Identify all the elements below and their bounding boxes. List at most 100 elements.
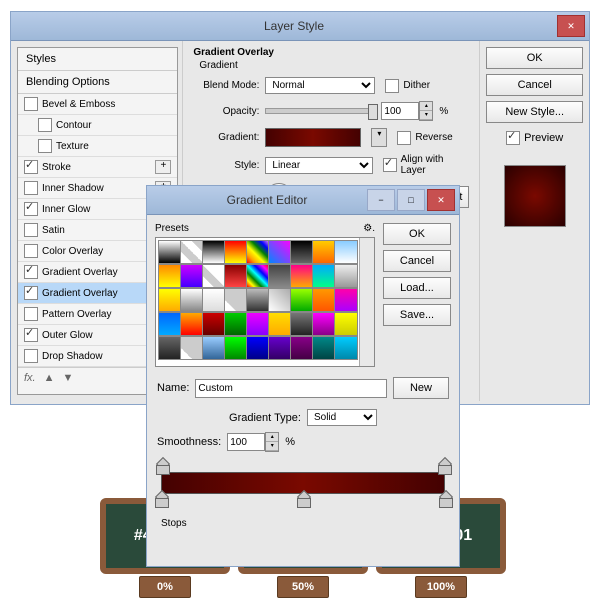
preset-swatch[interactable]	[268, 312, 292, 336]
color-stop-50[interactable]	[297, 492, 309, 506]
preview-checkbox[interactable]: Preview	[486, 131, 583, 145]
preset-swatch[interactable]	[290, 264, 314, 288]
effect-checkbox[interactable]	[24, 349, 38, 363]
effect-row[interactable]: Stroke+	[18, 157, 177, 178]
preset-swatch[interactable]	[290, 312, 314, 336]
preset-swatch[interactable]	[290, 288, 314, 312]
preset-swatch[interactable]	[246, 264, 270, 288]
align-checkbox[interactable]: Align with Layer	[383, 154, 469, 176]
preset-swatch[interactable]	[202, 312, 226, 336]
preset-swatch[interactable]	[312, 240, 336, 264]
ge-cancel-button[interactable]: Cancel	[383, 250, 451, 272]
opacity-slider[interactable]	[265, 108, 375, 114]
blending-options[interactable]: Blending Options	[18, 71, 177, 94]
opacity-stop-left[interactable]	[156, 459, 168, 473]
up-icon[interactable]: ▲	[44, 372, 55, 385]
ge-maximize-button[interactable]: □	[397, 189, 425, 211]
preset-swatch[interactable]	[180, 288, 204, 312]
effect-checkbox[interactable]	[24, 223, 38, 237]
close-button[interactable]: ✕	[557, 15, 585, 37]
gear-icon[interactable]: ⚙.	[363, 223, 375, 234]
gradient-type-select[interactable]: Solid	[307, 409, 377, 426]
add-icon[interactable]: +	[155, 160, 171, 174]
preset-swatch[interactable]	[202, 288, 226, 312]
effect-checkbox[interactable]	[38, 139, 52, 153]
preset-swatch[interactable]	[334, 264, 358, 288]
preset-swatch[interactable]	[290, 240, 314, 264]
preset-swatch[interactable]	[268, 288, 292, 312]
preset-swatch[interactable]	[158, 240, 182, 264]
effect-checkbox[interactable]	[24, 328, 38, 342]
effect-checkbox[interactable]	[24, 244, 38, 258]
preset-swatch[interactable]	[224, 288, 248, 312]
fx-icon[interactable]: fx.	[24, 372, 36, 385]
preset-swatch[interactable]	[312, 264, 336, 288]
presets-scrollbar[interactable]	[359, 238, 374, 366]
presets-grid[interactable]	[155, 237, 375, 367]
preset-swatch[interactable]	[246, 288, 270, 312]
effect-checkbox[interactable]	[24, 181, 38, 195]
effect-checkbox[interactable]	[24, 307, 38, 321]
effect-row[interactable]: Texture	[18, 136, 177, 157]
preset-swatch[interactable]	[158, 264, 182, 288]
gradient-dropdown[interactable]: ▾	[371, 128, 387, 147]
preset-swatch[interactable]	[224, 264, 248, 288]
dither-checkbox[interactable]: Dither	[385, 79, 430, 93]
preset-swatch[interactable]	[246, 312, 270, 336]
name-input[interactable]	[195, 379, 387, 398]
preset-swatch[interactable]	[202, 240, 226, 264]
preset-swatch[interactable]	[334, 312, 358, 336]
reverse-checkbox[interactable]: Reverse	[397, 131, 452, 145]
preset-swatch[interactable]	[290, 336, 314, 360]
effect-row[interactable]: Contour	[18, 115, 177, 136]
smoothness-input[interactable]	[227, 433, 265, 451]
effect-checkbox[interactable]	[24, 160, 38, 174]
effect-row[interactable]: Bevel & Emboss	[18, 94, 177, 115]
effect-checkbox[interactable]	[38, 118, 52, 132]
preset-swatch[interactable]	[334, 240, 358, 264]
color-stop-0[interactable]	[155, 492, 167, 506]
gradient-picker[interactable]	[265, 128, 361, 147]
new-button[interactable]: New	[393, 377, 449, 399]
ge-ok-button[interactable]: OK	[383, 223, 451, 245]
ge-save-button[interactable]: Save...	[383, 304, 451, 326]
cancel-button[interactable]: Cancel	[486, 74, 583, 96]
ge-load-button[interactable]: Load...	[383, 277, 451, 299]
effect-checkbox[interactable]	[24, 97, 38, 111]
style-select[interactable]: Linear	[265, 157, 373, 174]
preset-swatch[interactable]	[268, 240, 292, 264]
preset-swatch[interactable]	[202, 336, 226, 360]
preset-swatch[interactable]	[180, 312, 204, 336]
preset-swatch[interactable]	[312, 288, 336, 312]
opacity-input[interactable]	[381, 102, 419, 120]
preset-swatch[interactable]	[246, 336, 270, 360]
preset-swatch[interactable]	[180, 264, 204, 288]
new-style-button[interactable]: New Style...	[486, 101, 583, 123]
preset-swatch[interactable]	[224, 336, 248, 360]
smoothness-stepper[interactable]: ▴▾	[265, 432, 279, 452]
blend-mode-select[interactable]: Normal	[265, 77, 375, 94]
preset-swatch[interactable]	[180, 336, 204, 360]
preset-swatch[interactable]	[334, 288, 358, 312]
preset-swatch[interactable]	[312, 312, 336, 336]
preset-swatch[interactable]	[312, 336, 336, 360]
preset-swatch[interactable]	[158, 312, 182, 336]
opacity-stepper[interactable]: ▴▾	[419, 101, 433, 121]
effect-checkbox[interactable]	[24, 286, 38, 300]
preset-swatch[interactable]	[268, 264, 292, 288]
effect-checkbox[interactable]	[24, 202, 38, 216]
ge-close-button[interactable]: ✕	[427, 189, 455, 211]
preset-swatch[interactable]	[158, 336, 182, 360]
preset-swatch[interactable]	[224, 240, 248, 264]
opacity-stop-right[interactable]	[438, 459, 450, 473]
color-stop-100[interactable]	[439, 492, 451, 506]
preset-swatch[interactable]	[224, 312, 248, 336]
preset-swatch[interactable]	[246, 240, 270, 264]
effect-checkbox[interactable]	[24, 265, 38, 279]
styles-heading[interactable]: Styles	[18, 48, 177, 71]
preset-swatch[interactable]	[158, 288, 182, 312]
down-icon[interactable]: ▼	[63, 372, 74, 385]
preset-swatch[interactable]	[334, 336, 358, 360]
ok-button[interactable]: OK	[486, 47, 583, 69]
preset-swatch[interactable]	[202, 264, 226, 288]
